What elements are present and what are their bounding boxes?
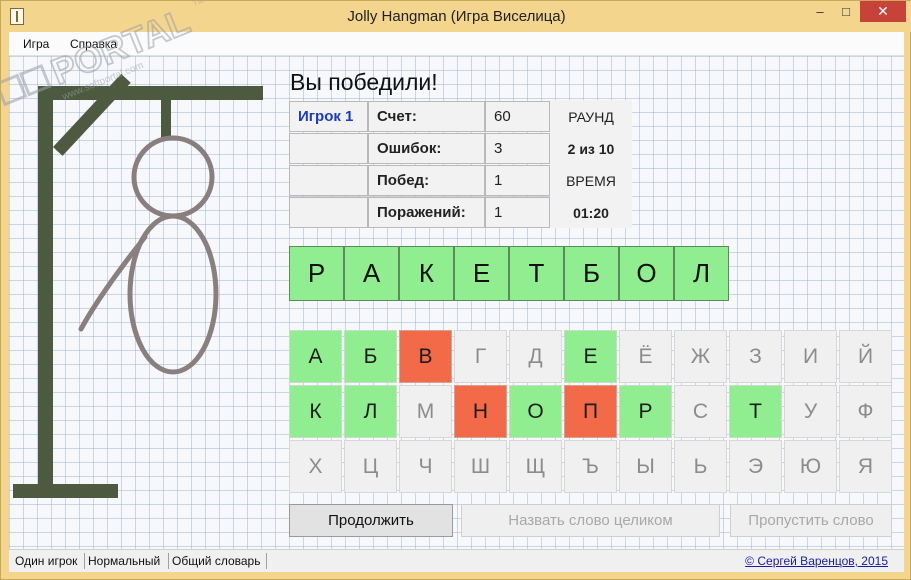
title-bar: Jolly Hangman (Игра Виселица) – □ ✕ — [1, 1, 911, 32]
losses-value: 1 — [485, 197, 550, 228]
letter-key[interactable]: А — [289, 330, 342, 383]
letter-key[interactable]: К — [289, 385, 342, 438]
time-value: 01:20 — [573, 205, 609, 221]
maximize-button[interactable]: □ — [833, 1, 859, 22]
time-label: ВРЕМЯ — [566, 173, 616, 189]
letter-key[interactable]: П — [564, 385, 617, 438]
hangman-figure — [78, 135, 219, 375]
word-letter-tile: Б — [564, 246, 619, 301]
letter-key[interactable]: Ы — [619, 440, 672, 493]
continue-button[interactable]: Продолжить — [289, 504, 453, 537]
losses-label: Поражений: — [368, 197, 485, 228]
letter-key[interactable]: Н — [454, 385, 507, 438]
letter-key[interactable]: Ц — [344, 440, 397, 493]
close-button[interactable]: ✕ — [860, 1, 906, 22]
letter-key[interactable]: Г — [454, 330, 507, 383]
menu-bar: Игра Справка — [9, 32, 904, 56]
letter-key[interactable]: С — [674, 385, 727, 438]
letter-key[interactable]: О — [509, 385, 562, 438]
result-message: Вы победили! — [290, 69, 438, 95]
status-bar: Один игрок Нормальный Общий словарь © Се… — [9, 549, 904, 572]
letter-key[interactable]: Ё — [619, 330, 672, 383]
wins-value: 1 — [485, 165, 550, 196]
status-dictionary: Общий словарь — [172, 554, 261, 568]
letter-key[interactable]: Ю — [784, 440, 837, 493]
letter-key[interactable]: Й — [839, 330, 892, 383]
letter-key[interactable]: И — [784, 330, 837, 383]
letter-key[interactable]: Ь — [674, 440, 727, 493]
letter-key[interactable]: Ъ — [564, 440, 617, 493]
round-label: РАУНД — [568, 109, 614, 125]
app-window: Jolly Hangman (Игра Виселица) – □ ✕ Игра… — [0, 0, 911, 580]
word-letter-tile: Е — [454, 246, 509, 301]
letter-key[interactable]: Е — [564, 330, 617, 383]
word-letter-tile: К — [399, 246, 454, 301]
guess-word-button[interactable]: Назвать слово целиком — [461, 504, 720, 537]
status-mode: Один игрок — [15, 554, 78, 568]
window-title: Jolly Hangman (Игра Виселица) — [347, 8, 566, 25]
letter-key[interactable]: Щ — [509, 440, 562, 493]
letter-key[interactable]: Б — [344, 330, 397, 383]
letter-key[interactable]: Х — [289, 440, 342, 493]
round-info: РАУНД 2 из 10 ВРЕМЯ 01:20 — [550, 100, 632, 228]
letter-key[interactable]: М — [399, 385, 452, 438]
letter-key[interactable]: Ф — [839, 385, 892, 438]
menu-help[interactable]: Справка — [70, 37, 117, 51]
letter-key[interactable]: Я — [839, 440, 892, 493]
letter-key[interactable]: Л — [344, 385, 397, 438]
letter-key[interactable]: У — [784, 385, 837, 438]
menu-game[interactable]: Игра — [23, 37, 49, 51]
letter-key[interactable]: Ж — [674, 330, 727, 383]
word-letter-tile: Л — [674, 246, 729, 301]
letter-key[interactable]: Д — [509, 330, 562, 383]
letter-key[interactable]: Э — [729, 440, 782, 493]
word-letter-tile: О — [619, 246, 674, 301]
round-value: 2 из 10 — [567, 141, 615, 157]
letter-key[interactable]: Ч — [399, 440, 452, 493]
errors-value: 3 — [485, 133, 550, 164]
letter-key[interactable]: Т — [729, 385, 782, 438]
word-letter-tile: А — [344, 246, 399, 301]
letter-key[interactable]: З — [729, 330, 782, 383]
wins-label: Побед: — [368, 165, 485, 196]
score-label: Счет: — [368, 101, 485, 132]
copyright-link[interactable]: © Сергей Варенцов, 2015 — [745, 554, 888, 568]
letter-key[interactable]: Ш — [454, 440, 507, 493]
player-name: Игрок 1 — [289, 101, 368, 132]
score-value: 60 — [485, 101, 550, 132]
word-letter-tile: Т — [509, 246, 564, 301]
letter-key[interactable]: В — [399, 330, 452, 383]
errors-label: Ошибок: — [368, 133, 485, 164]
skip-word-button[interactable]: Пропустить слово — [730, 504, 892, 537]
letter-key[interactable]: Р — [619, 385, 672, 438]
word-letter-tile: Р — [289, 246, 344, 301]
minimize-button[interactable]: – — [807, 1, 833, 22]
status-difficulty: Нормальный — [88, 554, 161, 568]
